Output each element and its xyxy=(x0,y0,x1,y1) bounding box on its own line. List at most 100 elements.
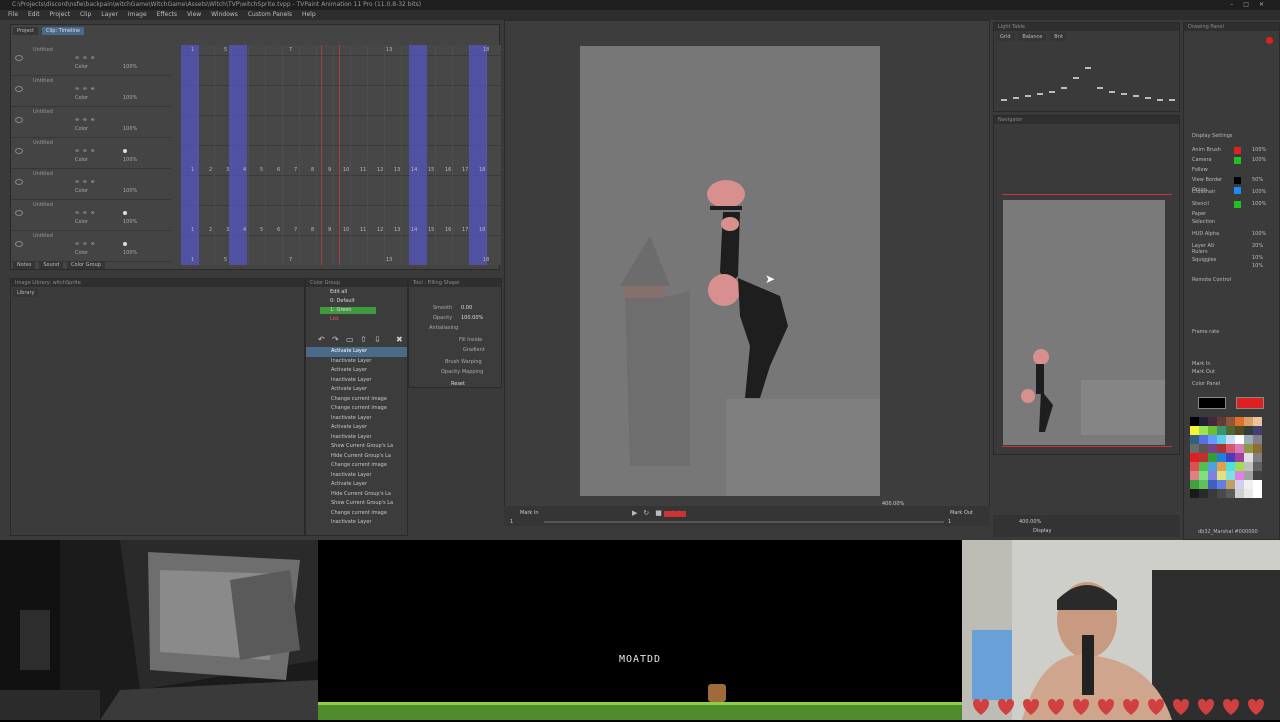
tab-library[interactable]: Image Library: witchSprite xyxy=(15,280,81,286)
layer-tools[interactable]: ∞ ∞ ∞ xyxy=(75,210,96,216)
menu-edit[interactable]: Edit xyxy=(28,10,40,20)
history-item[interactable]: Change current image xyxy=(306,395,407,405)
layer-row[interactable]: Untitled ∞ ∞ ∞ Color 100% xyxy=(11,231,171,262)
history-item[interactable]: Activate Layer xyxy=(306,423,407,433)
brush-warping-option[interactable]: Brush Warping xyxy=(445,359,482,365)
mark-out-label[interactable]: Mark Out xyxy=(950,510,973,516)
menu-windows[interactable]: Windows xyxy=(211,10,238,20)
reset-button[interactable]: Reset xyxy=(451,381,465,387)
navigator-zoom[interactable]: 400.00% xyxy=(1019,519,1041,525)
setting-follow[interactable]: Follow xyxy=(1192,167,1208,173)
primary-color[interactable] xyxy=(1198,397,1226,409)
menu-project[interactable]: Project xyxy=(50,10,71,20)
smooth-value[interactable]: 0.00 xyxy=(461,305,472,311)
record-marker[interactable] xyxy=(664,511,686,517)
clear-icon[interactable]: ✖ xyxy=(396,335,403,344)
light-table-sliders[interactable] xyxy=(997,47,1177,107)
arrow-up-icon[interactable]: ⇧ xyxy=(360,335,367,344)
fill-inside-option[interactable]: Fill Inside xyxy=(459,337,482,343)
history-item[interactable]: Show Current Group's La xyxy=(306,499,407,509)
history-item[interactable]: Inactivate Layer xyxy=(306,518,407,528)
drawing-canvas[interactable] xyxy=(580,46,880,496)
loop-icon[interactable]: ↻ xyxy=(643,509,655,517)
setting-hud-alpha[interactable]: HUD Alpha xyxy=(1192,231,1219,237)
menu-view[interactable]: View xyxy=(187,10,201,20)
light-table-dot[interactable] xyxy=(123,242,127,246)
history-item[interactable]: Change current image xyxy=(306,509,407,519)
value-hud-alpha[interactable]: 100% xyxy=(1252,231,1266,237)
tab-clip-timeline[interactable]: Clip: Timeline xyxy=(42,27,85,35)
setting-view-border[interactable]: View Border xyxy=(1192,177,1222,183)
gradient-option[interactable]: Gradient xyxy=(463,347,485,353)
history-item[interactable]: Activate Layer xyxy=(306,347,407,357)
layer-opacity[interactable]: 100% xyxy=(123,219,137,225)
color-group-edit-all[interactable]: Edit all xyxy=(320,289,376,296)
color-chip-green[interactable] xyxy=(1234,201,1241,208)
frame-slider[interactable] xyxy=(544,521,944,523)
value-squiggles[interactable]: 10% xyxy=(1252,263,1263,269)
layer-opacity[interactable]: 100% xyxy=(123,188,137,194)
history-item[interactable]: Inactivate Layer xyxy=(306,414,407,424)
layer-tools[interactable]: ∞ ∞ ∞ xyxy=(75,241,96,247)
eye-icon[interactable] xyxy=(15,179,23,185)
color-chip-blue[interactable] xyxy=(1234,187,1241,194)
zoom-readout[interactable]: 400.00% xyxy=(882,501,904,507)
menu-effects[interactable]: Effects xyxy=(157,10,177,20)
eye-icon[interactable] xyxy=(15,86,23,92)
exposure-grid[interactable]: 1 5 7 13 18 1 2 3 4 5 6 7 8 9 10 11 12 1… xyxy=(181,45,501,265)
layer-row[interactable]: Untitled ∞ ∞ ∞ Color 100% xyxy=(11,169,171,200)
setting-camera[interactable]: Camera xyxy=(1192,157,1212,163)
tab-sound[interactable]: Sound xyxy=(39,261,64,269)
history-item[interactable]: Show Current Group's La xyxy=(306,442,407,452)
eye-icon[interactable] xyxy=(15,241,23,247)
menu-layer[interactable]: Layer xyxy=(101,10,118,20)
tab-grid[interactable]: Grid xyxy=(996,33,1015,41)
value-camera[interactable]: 100% xyxy=(1252,157,1266,163)
setting-squiggles[interactable]: Squiggles xyxy=(1192,257,1216,263)
value-onion[interactable]: 100% xyxy=(1252,189,1266,195)
color-group-list[interactable]: List xyxy=(320,316,376,323)
layer-opacity[interactable]: 100% xyxy=(123,95,137,101)
layer-row[interactable]: Untitled ∞ ∞ ∞ Color 100% xyxy=(11,76,171,107)
setting-stencil[interactable]: Stencil xyxy=(1192,201,1209,207)
light-table-dot[interactable] xyxy=(123,211,127,215)
history-item[interactable]: Activate Layer xyxy=(306,480,407,490)
tab-color-group[interactable]: Color Group xyxy=(67,261,105,269)
value-view-border[interactable]: 50% xyxy=(1252,177,1263,183)
antialiasing-option[interactable]: Antialiasing xyxy=(429,325,458,331)
color-chip-red[interactable] xyxy=(1234,147,1241,154)
history-item[interactable]: Hide Current Group's La xyxy=(306,452,407,462)
tab-library-root[interactable]: Library xyxy=(13,289,39,297)
mark-in-label[interactable]: Mark In xyxy=(1192,361,1211,367)
layer-row[interactable]: Untitled ∞ ∞ ∞ Color 100% xyxy=(11,138,171,169)
layer-row[interactable]: Untitled ∞ ∞ ∞ Color 100% xyxy=(11,200,171,231)
menu-clip[interactable]: Clip xyxy=(80,10,91,20)
light-table-dot[interactable] xyxy=(123,149,127,153)
value-rulers[interactable]: 10% xyxy=(1252,255,1263,261)
layer-tools[interactable]: ∞ ∞ ∞ xyxy=(75,55,96,61)
tab-notes[interactable]: Notes xyxy=(13,261,36,269)
history-item[interactable]: Activate Layer xyxy=(306,385,407,395)
secondary-color[interactable] xyxy=(1236,397,1264,409)
layer-opacity[interactable]: 100% xyxy=(123,157,137,163)
value-anim-brush[interactable]: 100% xyxy=(1252,147,1266,153)
menu-help[interactable]: Help xyxy=(302,10,316,20)
menu-image[interactable]: Image xyxy=(128,10,147,20)
layer-opacity[interactable]: 100% xyxy=(123,64,137,70)
eye-icon[interactable] xyxy=(15,55,23,61)
setting-crosshair[interactable]: Crosshair xyxy=(1192,189,1215,195)
setting-selection[interactable]: Selection xyxy=(1192,219,1215,225)
page-icon[interactable]: ▭ xyxy=(346,335,354,344)
mark-out-label[interactable]: Mark Out xyxy=(1192,369,1215,375)
layer-row[interactable]: Untitled ∞ ∞ ∞ Color 100% xyxy=(11,107,171,138)
history-item[interactable]: Change current image xyxy=(306,404,407,414)
setting-anim-brush[interactable]: Anim Brush xyxy=(1192,147,1221,153)
layer-tools[interactable]: ∞ ∞ ∞ xyxy=(75,179,96,185)
undo-icon[interactable]: ↶ xyxy=(318,335,325,344)
history-item[interactable]: Activate Layer xyxy=(306,366,407,376)
opacity-value[interactable]: 100.00% xyxy=(461,315,483,321)
color-palette[interactable] xyxy=(1190,417,1270,513)
mark-in-label[interactable]: Mark In xyxy=(520,510,539,516)
value-crosshair[interactable]: 100% xyxy=(1252,201,1266,207)
color-chip-black[interactable] xyxy=(1234,177,1241,184)
